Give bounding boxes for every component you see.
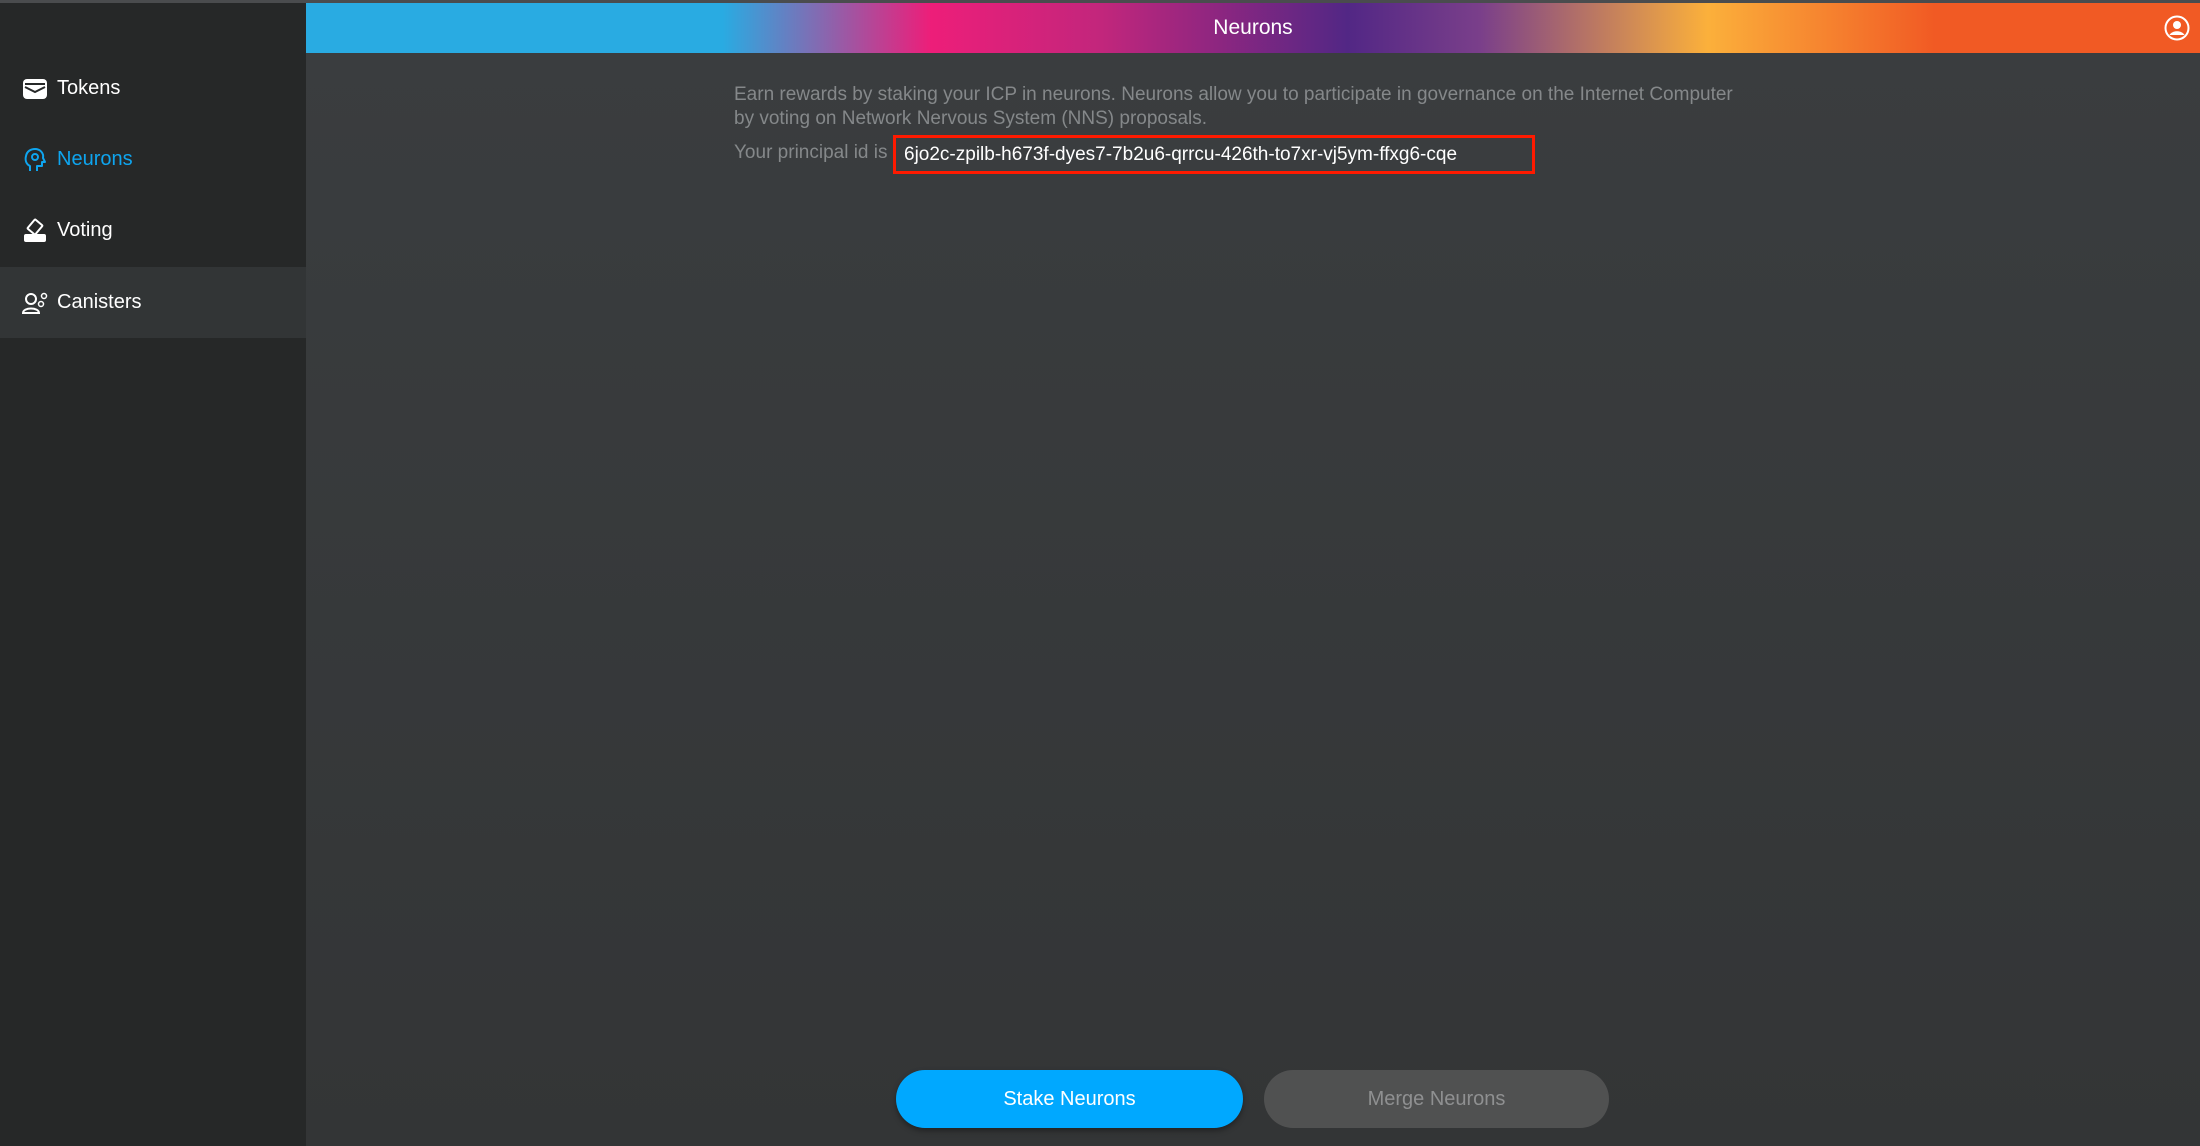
user-gears-icon [21,289,49,317]
sidebar-item-label: Neurons [57,148,133,170]
sidebar-item-label: Voting [57,219,113,241]
sidebar: Tokens Neurons Voting Canisters [0,3,306,1146]
sidebar-item-label: Canisters [57,291,142,313]
sidebar-item-voting[interactable]: Voting [0,195,306,266]
header-bar: Neurons [306,3,2200,53]
merge-neurons-button[interactable]: Merge Neurons [1264,1070,1609,1128]
sidebar-item-tokens[interactable]: Tokens [0,53,306,124]
wallet-icon [21,75,49,103]
stake-neurons-button[interactable]: Stake Neurons [896,1070,1243,1128]
head-gear-icon [21,146,49,174]
user-circle-icon[interactable] [2164,15,2190,41]
ballot-box-icon [21,217,49,245]
sidebar-item-label: Tokens [57,77,121,99]
page-title: Neurons [1213,16,1293,39]
principal-id-value[interactable]: 6jo2c-zpilb-h673f-dyes7-7b2u6-qrrcu-426t… [893,135,1535,174]
sidebar-item-canisters[interactable]: Canisters [0,267,306,338]
sidebar-item-neurons[interactable]: Neurons [0,124,306,195]
main-content: Earn rewards by staking your ICP in neur… [306,53,2200,1146]
principal-id-label: Your principal id is [734,142,888,163]
neurons-description: Earn rewards by staking your ICP in neur… [734,84,1733,129]
